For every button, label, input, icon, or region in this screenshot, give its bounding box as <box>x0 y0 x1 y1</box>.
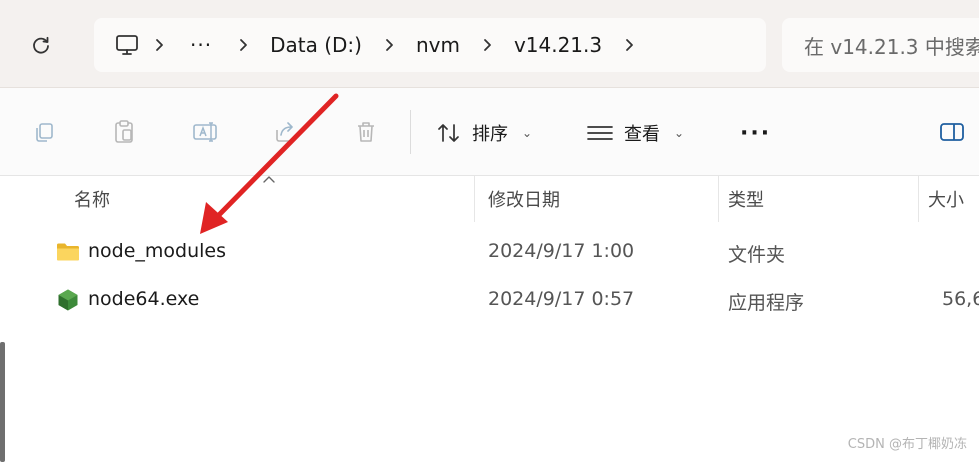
chevron-right-icon[interactable] <box>482 38 492 52</box>
command-divider <box>410 110 411 154</box>
copy-button[interactable] <box>24 112 64 152</box>
column-header-modified[interactable]: 修改日期 <box>488 186 560 212</box>
rename-button[interactable] <box>186 112 226 152</box>
details-pane-icon <box>940 123 964 141</box>
view-button[interactable]: 查看 ⌄ <box>586 114 684 152</box>
breadcrumb-item-version[interactable]: v14.21.3 <box>514 33 602 57</box>
refresh-button[interactable] <box>22 26 60 64</box>
breadcrumb-item-nvm[interactable]: nvm <box>416 33 460 57</box>
refresh-icon <box>33 36 49 54</box>
chevron-right-icon[interactable] <box>624 38 634 52</box>
column-header-row: 名称 修改日期 类型 大小 <box>22 176 979 222</box>
file-size: 56,6 <box>942 288 979 310</box>
watermark: CSDN @布丁椰奶冻 <box>847 437 967 452</box>
file-row[interactable]: node_modules 2024/9/17 1:00 文件夹 <box>22 228 979 276</box>
paste-button[interactable] <box>104 112 144 152</box>
column-header-name[interactable]: 名称 <box>74 186 110 212</box>
copy-icon <box>36 123 53 142</box>
view-label: 查看 <box>624 124 660 145</box>
sort-label: 排序 <box>472 124 508 145</box>
column-header-size[interactable]: 大小 <box>928 186 964 212</box>
command-bar: 排序 ⌄ 查看 ⌄ ··· <box>0 88 979 176</box>
nodejs-icon <box>58 289 78 311</box>
file-row[interactable]: node64.exe 2024/9/17 0:57 应用程序 56,6 <box>22 276 979 324</box>
chevron-right-icon[interactable] <box>238 38 248 52</box>
file-type: 应用程序 <box>728 292 805 314</box>
address-bar-row: ··· Data (D:) nvm v14.21.3 在 v14.21.3 中搜… <box>0 0 979 88</box>
chevron-right-icon[interactable] <box>384 38 394 52</box>
delete-button[interactable] <box>346 112 386 152</box>
file-list: 名称 修改日期 类型 大小 node_modules 2024/9/17 1:0… <box>22 176 979 462</box>
column-divider[interactable] <box>918 176 919 222</box>
paste-icon <box>115 120 133 143</box>
column-header-type[interactable]: 类型 <box>728 186 764 212</box>
share-icon <box>276 122 295 142</box>
share-button[interactable] <box>266 112 306 152</box>
more-options-button[interactable]: ··· <box>740 114 771 152</box>
file-explorer-window: ··· Data (D:) nvm v14.21.3 在 v14.21.3 中搜… <box>0 0 979 462</box>
sort-ascending-icon <box>263 176 275 183</box>
column-divider[interactable] <box>718 176 719 222</box>
chevron-down-icon: ⌄ <box>522 126 533 140</box>
column-divider[interactable] <box>474 176 475 222</box>
details-pane-button[interactable] <box>932 112 972 152</box>
breadcrumb-overflow-button[interactable]: ··· <box>190 33 212 57</box>
sort-button[interactable]: 排序 ⌄ <box>436 114 532 152</box>
file-name: node64.exe <box>88 288 200 310</box>
search-input[interactable]: 在 v14.21.3 中搜索 <box>782 18 979 72</box>
file-type: 文件夹 <box>728 244 786 266</box>
chevron-right-icon[interactable] <box>154 38 164 52</box>
view-icon <box>587 126 613 140</box>
breadcrumb-item-drive[interactable]: Data (D:) <box>270 33 362 57</box>
breadcrumb[interactable]: ··· Data (D:) nvm v14.21.3 <box>94 18 766 72</box>
folder-icon <box>57 243 79 261</box>
sort-icon <box>438 124 459 142</box>
file-modified: 2024/9/17 0:57 <box>488 288 635 310</box>
file-modified: 2024/9/17 1:00 <box>488 240 635 262</box>
chevron-down-icon: ⌄ <box>674 126 685 140</box>
rename-icon <box>193 122 217 142</box>
computer-icon[interactable] <box>114 33 140 57</box>
navigation-scrollbar[interactable] <box>0 342 5 462</box>
file-name: node_modules <box>88 240 227 262</box>
trash-icon <box>358 122 374 142</box>
